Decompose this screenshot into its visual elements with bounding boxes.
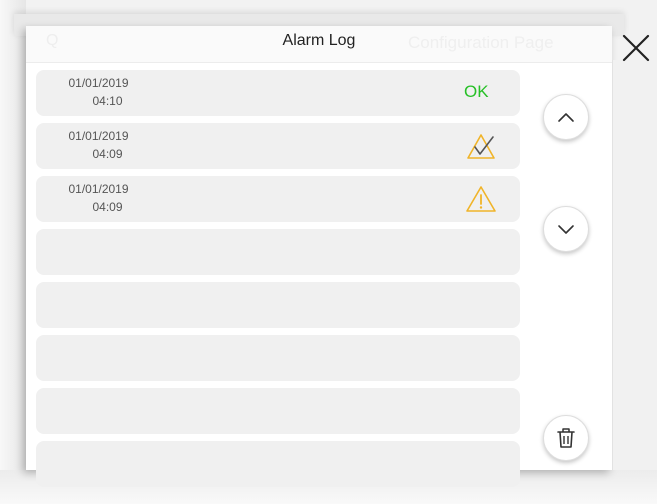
- alarm-date: 01/01/2019: [68, 129, 129, 143]
- scroll-up-button[interactable]: [543, 94, 589, 140]
- empty-alarm-row: [36, 282, 520, 328]
- warning-icon: [466, 186, 496, 212]
- background-left: [0, 0, 26, 504]
- alarm-row[interactable]: 01/01/2019 04:09: [36, 176, 520, 222]
- ok-status-text: OK: [464, 82, 489, 101]
- scroll-down-button[interactable]: [543, 206, 589, 252]
- dialog-header: Q Configuration Page Alarm Log: [26, 26, 612, 63]
- warning-acknowledged-icon: [467, 134, 495, 159]
- alarm-date: 01/01/2019: [68, 76, 129, 90]
- close-icon[interactable]: [618, 30, 654, 66]
- alarm-time: 04:09: [92, 147, 123, 161]
- empty-alarm-row: [36, 441, 520, 487]
- alarm-time: 04:10: [92, 94, 123, 108]
- empty-alarm-row: [36, 335, 520, 381]
- delete-log-button[interactable]: [543, 415, 589, 461]
- side-panel: [612, 60, 657, 470]
- alarm-timestamp: 01/01/2019 04:09: [36, 127, 161, 163]
- dialog-title: Alarm Log: [282, 32, 356, 49]
- alarm-timestamp: 01/01/2019 04:10: [36, 74, 161, 110]
- alarm-date: 01/01/2019: [68, 182, 129, 196]
- alarm-time: 04:09: [92, 200, 123, 214]
- chevron-down-icon: [558, 225, 574, 234]
- alarm-row[interactable]: 01/01/2019 04:09: [36, 123, 520, 169]
- empty-alarm-row: [36, 229, 520, 275]
- alarm-timestamp: 01/01/2019 04:09: [36, 180, 161, 216]
- chevron-up-icon: [558, 113, 574, 122]
- alarm-row[interactable]: 01/01/2019 04:10 OK: [36, 70, 520, 116]
- alarm-log-dialog: Q Configuration Page Alarm Log 01/01/201…: [26, 26, 612, 487]
- empty-alarm-row: [36, 388, 520, 434]
- trash-icon: [557, 428, 575, 448]
